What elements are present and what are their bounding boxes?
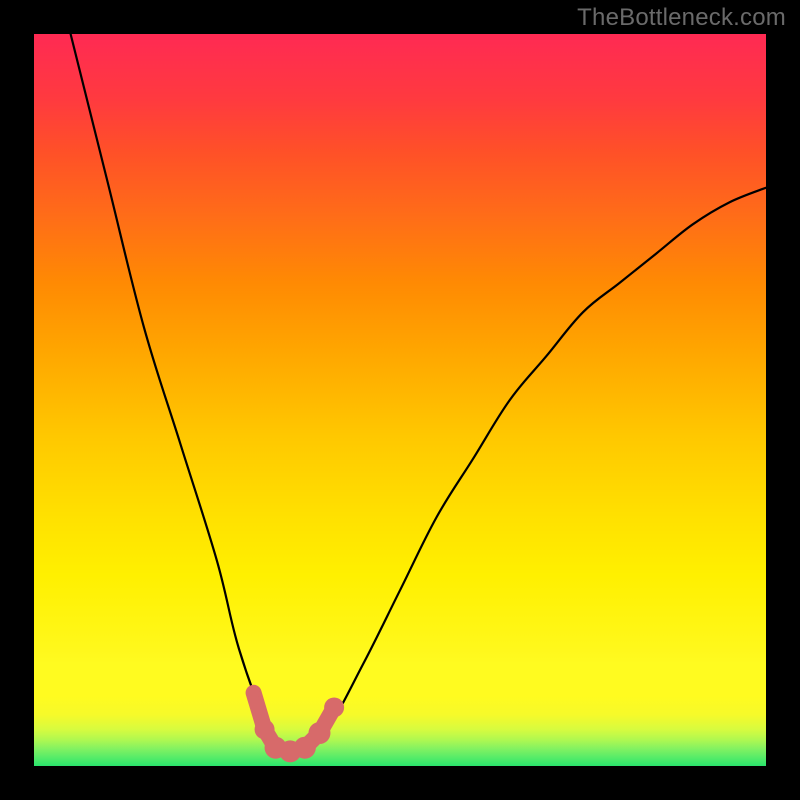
sweet-spot-markers	[248, 687, 345, 763]
curve-layer	[34, 34, 766, 766]
sweet-spot-marker	[248, 687, 260, 699]
chart-frame: TheBottleneck.com	[0, 0, 800, 800]
sweet-spot-marker	[255, 719, 275, 739]
sweet-spot-marker	[308, 722, 330, 744]
plot-area	[34, 34, 766, 766]
bottleneck-curve	[71, 34, 766, 754]
watermark-text: TheBottleneck.com	[577, 4, 786, 32]
sweet-spot-marker	[324, 697, 344, 717]
